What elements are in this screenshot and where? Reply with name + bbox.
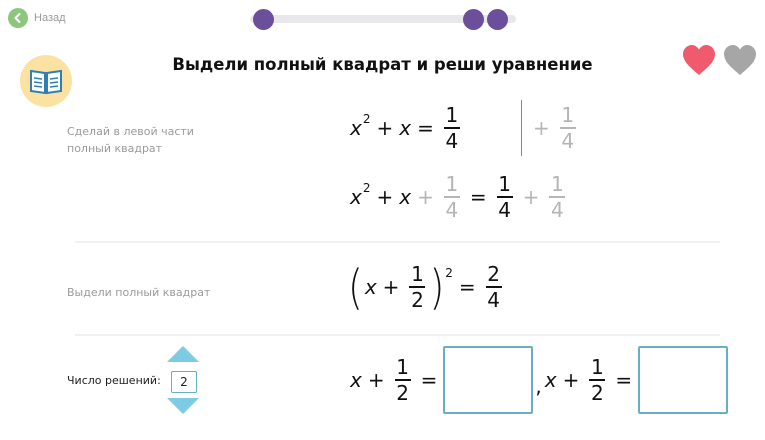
side-operation: + 14 [533,103,576,153]
equation-line-3: ( x + 12 ) 2 = 24 [348,259,502,315]
section-divider [75,334,720,336]
progress-dot [487,9,508,30]
decrement-arrow-icon[interactable] [167,398,199,414]
solutions-count-field[interactable]: 2 [171,371,197,393]
equation-line-2: x2 + x + 14 = 14 + 14 [350,172,566,222]
heart-icon [724,45,756,75]
answer-input-1[interactable] [443,346,534,414]
fraction: 14 [559,103,576,153]
progress-dot [253,9,274,30]
fraction: 12 [409,262,426,312]
operation-divider [521,100,522,156]
back-label: Назад [34,12,66,24]
fraction: 24 [485,262,502,312]
progress-dot [463,9,484,30]
equation-line-1: x2 + x = 14 [350,103,460,153]
answer-input-2[interactable] [638,346,729,414]
fraction: 12 [394,355,411,405]
fraction: 14 [443,172,460,222]
fraction: 14 [496,172,513,222]
back-button[interactable]: Назад [8,8,66,28]
fraction: 14 [549,172,566,222]
fraction: 14 [443,103,460,153]
heart-icon [683,45,715,75]
step2-hint: Выдели полный квадрат [67,286,211,299]
increment-arrow-icon[interactable] [167,346,199,362]
section-divider [75,241,720,243]
solutions-count-label: Число решений: [67,374,161,387]
fraction: 12 [589,355,606,405]
step1-hint: Сделай в левой части полный квадрат [67,125,194,155]
answer-equation: x + 12 = , x + 12 = [350,346,729,414]
chevron-left-icon [8,8,28,28]
page-title: Выдели полный квадрат и реши уравнение [172,55,593,74]
